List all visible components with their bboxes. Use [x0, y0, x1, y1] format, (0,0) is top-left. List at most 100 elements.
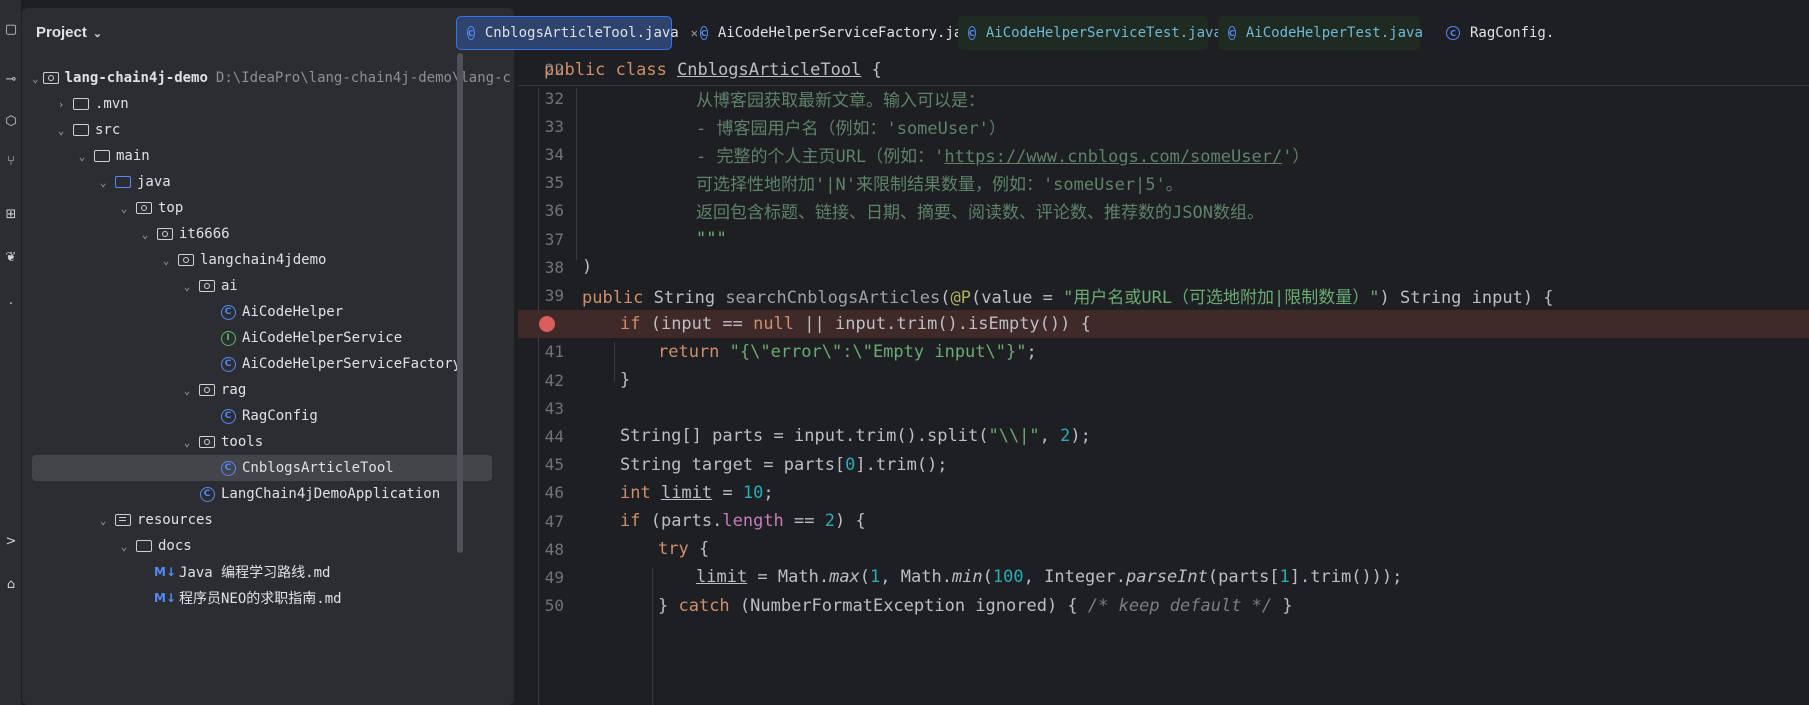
chevron-down-icon[interactable]: ⌄: [32, 72, 39, 85]
line-number[interactable]: 41: [518, 342, 564, 361]
line-number[interactable]: 33: [518, 117, 564, 136]
chevron-down-icon[interactable]: ⌄: [95, 176, 111, 189]
tree-item[interactable]: ⌄ tools: [32, 429, 492, 455]
tree-item[interactable]: ⌄ ai: [32, 273, 492, 299]
code-line[interactable]: 48 try {: [518, 535, 1809, 563]
chevron-right-icon[interactable]: ›: [53, 98, 69, 111]
code-line[interactable]: 38): [518, 253, 1809, 281]
chevron-down-icon[interactable]: ⌄: [137, 228, 153, 241]
line-number[interactable]: 48: [518, 540, 564, 559]
editor-tab[interactable]: C RagConfig.: [1436, 16, 1576, 50]
tree-item[interactable]: C AiCodeHelperServiceFactory: [32, 351, 492, 377]
project-tree-scrollbar[interactable]: [457, 53, 463, 553]
line-number[interactable]: 36: [518, 201, 564, 220]
code-line[interactable]: 34 - 完整的个人主页URL（例如：'https://www.cnblogs.c…: [518, 140, 1809, 168]
line-text: """: [696, 229, 727, 249]
tree-item[interactable]: C RagConfig: [32, 403, 492, 429]
line-number[interactable]: 47: [518, 512, 564, 531]
package-icon: [136, 201, 152, 215]
package-icon: [178, 253, 194, 267]
class-icon: C: [700, 26, 708, 40]
line-number[interactable]: 38: [518, 258, 564, 277]
line-number[interactable]: 49: [518, 568, 564, 587]
editor-tab[interactable]: C AiCodeHelperServiceTest.java: [958, 16, 1222, 50]
tree-item[interactable]: ⌄ rag: [32, 377, 492, 403]
tree-item[interactable]: ⌄ resources: [32, 507, 492, 533]
tree-item[interactable]: C AiCodeHelper: [32, 299, 492, 325]
git-tool-icon[interactable]: ⑂: [2, 152, 20, 170]
code-editor[interactable]: 22 public class CnblogsArticleTool { 32 从…: [518, 58, 1809, 705]
tree-item[interactable]: ⌄ lang-chain4j-demo D:\IdeaPro\lang-chain4…: [32, 65, 511, 91]
code-line[interactable]: 47 if (parts.length == 2) {: [518, 507, 1809, 535]
chevron-down-icon[interactable]: ⌄: [74, 150, 90, 163]
code-line[interactable]: 46 int limit = 10;: [518, 479, 1809, 507]
chevron-down-icon[interactable]: ⌄: [158, 254, 174, 267]
code-line[interactable]: 37 """: [518, 225, 1809, 253]
chevron-down-icon[interactable]: ⌄: [53, 124, 69, 137]
code-line[interactable]: 49 limit = Math.max(1, Math.min(100, Inte…: [518, 563, 1809, 591]
line-number[interactable]: 46: [518, 483, 564, 502]
line-number[interactable]: 42: [518, 371, 564, 390]
line-number[interactable]: 35: [518, 173, 564, 192]
tree-item-label: langchain4jdemo: [200, 252, 327, 268]
code-line[interactable]: 44 String[] parts = input.trim().split("\…: [518, 422, 1809, 450]
spring-tool-icon[interactable]: ❦: [2, 248, 20, 266]
chevron-down-icon[interactable]: ⌄: [179, 384, 195, 397]
line-number[interactable]: 34: [518, 145, 564, 164]
tree-item[interactable]: ⌄ docs: [32, 533, 492, 559]
tree-item[interactable]: C LangChain4jDemoApplication: [32, 481, 492, 507]
code-line[interactable]: 50} catch (NumberFormatException ignored…: [518, 592, 1809, 620]
code-line[interactable]: 45 String target = parts[0].trim();: [518, 451, 1809, 479]
breakpoint-icon[interactable]: [539, 315, 555, 332]
commit-tool-icon[interactable]: ⊸: [2, 70, 20, 88]
project-tool-icon[interactable]: ▢: [2, 20, 20, 38]
tree-item-label: rag: [221, 382, 247, 398]
chevron-down-icon[interactable]: ⌄: [179, 280, 195, 293]
line-number[interactable]: 50: [518, 596, 564, 615]
editor-tab[interactable]: C AiCodeHelperTest.java: [1218, 16, 1423, 50]
line-number[interactable]: 45: [518, 455, 564, 474]
class-icon: C: [199, 486, 215, 502]
sticky-line[interactable]: 22 public class CnblogsArticleTool {: [518, 58, 1809, 86]
tree-item[interactable]: C CnblogsArticleTool: [32, 455, 492, 481]
chevron-down-icon[interactable]: ⌄: [179, 436, 195, 449]
services-tool-icon[interactable]: ⊞: [2, 205, 20, 223]
code-line[interactable]: 42}: [518, 366, 1809, 394]
tree-item[interactable]: ⌄ main: [32, 143, 492, 169]
line-number[interactable]: 43: [518, 399, 564, 418]
more-tools-icon[interactable]: ·: [2, 295, 20, 313]
tree-item[interactable]: ⌄ src: [32, 117, 492, 143]
line-number[interactable]: 39: [518, 286, 564, 305]
code-line[interactable]: 36 返回包含标题、链接、日期、摘要、阅读数、评论数、推荐数的JSON数组。: [518, 197, 1809, 225]
tree-item[interactable]: ⌄ langchain4jdemo: [32, 247, 492, 273]
chevron-down-icon[interactable]: ⌄: [116, 540, 132, 553]
tree-item-label: .mvn: [95, 96, 129, 112]
chevron-down-icon[interactable]: ⌄: [95, 514, 111, 527]
code-line[interactable]: 43: [518, 394, 1809, 422]
code-line[interactable]: 33 - 博客园用户名（例如：'someUser'）: [518, 112, 1809, 140]
code-line[interactable]: 35 可选择性地附加'|N'来限制结果数量，例如：'someUser|5'。: [518, 169, 1809, 197]
tree-item[interactable]: ⌄ java: [32, 169, 492, 195]
code-line[interactable]: 39 public String searchCnblogsArticles(@P…: [518, 281, 1809, 309]
tree-item[interactable]: ⌄ top: [32, 195, 492, 221]
project-panel-header[interactable]: Project ⌄: [36, 24, 102, 41]
editor-tab[interactable]: C CnblogsArticleTool.java ✕: [456, 16, 698, 50]
code-line[interactable]: 32 从博客园获取最新文章。输入可以是：: [518, 84, 1809, 112]
tree-item[interactable]: M↓ Java 编程学习路线.md: [32, 559, 492, 585]
class-icon: C: [1228, 26, 1236, 40]
code-line[interactable]: 41 return "{\"error\":\"Empty input\"}";: [518, 338, 1809, 366]
line-number[interactable]: 37: [518, 230, 564, 249]
tree-item[interactable]: M↓ 程序员NEO的求职指南.md: [32, 585, 492, 611]
editor-tab[interactable]: C AiCodeHelperServiceFactory.java: [690, 16, 979, 50]
structure-tool-icon[interactable]: ⬡: [2, 112, 20, 130]
code-line[interactable]: 40if (input == null || input.trim().isEm…: [518, 309, 1809, 338]
line-number[interactable]: 44: [518, 427, 564, 446]
tree-item[interactable]: › .mvn: [32, 91, 492, 117]
tree-item[interactable]: I AiCodeHelperService: [32, 325, 492, 351]
terminal-tool-icon[interactable]: >: [2, 532, 20, 550]
class-icon: C: [1446, 26, 1460, 40]
line-number[interactable]: 32: [518, 89, 564, 108]
tree-item[interactable]: ⌄ it6666: [32, 221, 492, 247]
chevron-down-icon[interactable]: ⌄: [116, 202, 132, 215]
run-tool-icon[interactable]: ⌂: [2, 575, 20, 593]
